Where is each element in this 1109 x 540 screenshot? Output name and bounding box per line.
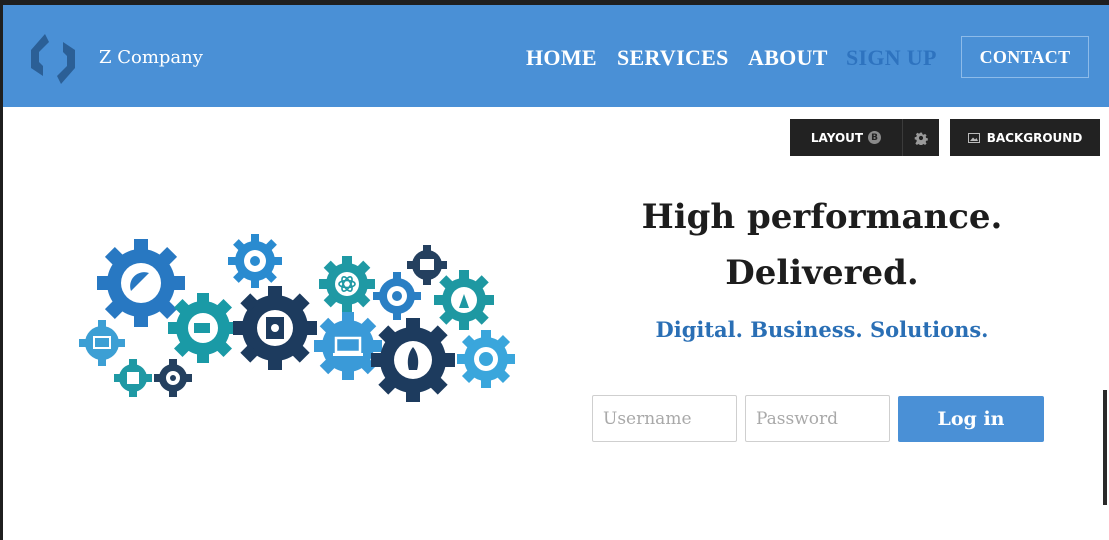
- nav-services[interactable]: SERVICES: [617, 45, 729, 71]
- nav-home[interactable]: HOME: [526, 45, 597, 71]
- nav-sign-up[interactable]: SIGN UP: [846, 45, 937, 71]
- login-button[interactable]: Log in: [898, 396, 1044, 442]
- brand-name[interactable]: Z Company: [99, 47, 203, 68]
- webcam-icon: [373, 272, 421, 320]
- atom-icon: [319, 256, 375, 312]
- scrollbar[interactable]: [1103, 390, 1107, 505]
- chip-icon: [114, 359, 152, 397]
- tagline: Digital. Business. Solutions.: [655, 317, 989, 342]
- brain-icon: [228, 234, 282, 288]
- headline-line-1: High performance.: [641, 197, 1003, 237]
- headline-line-2: Delivered.: [725, 253, 919, 293]
- gears-illustration: [79, 234, 515, 402]
- background-button[interactable]: BACKGROUND: [950, 119, 1100, 156]
- layout-settings-button[interactable]: [903, 119, 939, 156]
- contact-button[interactable]: CONTACT: [961, 36, 1089, 78]
- battery-icon: [168, 293, 238, 363]
- target-icon: [154, 359, 192, 397]
- background-label: BACKGROUND: [986, 130, 1083, 145]
- dial-icon: [457, 330, 515, 388]
- gear-icon: [914, 132, 928, 145]
- laptop-icon: [314, 312, 382, 380]
- hard-drive-icon: [233, 286, 317, 370]
- image-icon: [967, 132, 980, 143]
- rocket-icon: [371, 318, 455, 402]
- nav-about[interactable]: ABOUT: [748, 45, 828, 71]
- layout-button[interactable]: LAYOUT B: [790, 119, 902, 156]
- monitor-icon: [79, 320, 125, 366]
- username-input[interactable]: [592, 395, 737, 442]
- layout-badge: B: [868, 131, 882, 144]
- layout-label: LAYOUT: [810, 130, 864, 145]
- antenna-icon: [434, 270, 494, 330]
- terminal-icon: [407, 245, 447, 285]
- company-logo-icon[interactable]: [25, 28, 81, 90]
- site-header: Z Company HOME SERVICES ABOUT SIGN UP CO…: [3, 5, 1109, 107]
- satellite-dish-icon: [97, 239, 185, 327]
- password-input[interactable]: [745, 395, 890, 442]
